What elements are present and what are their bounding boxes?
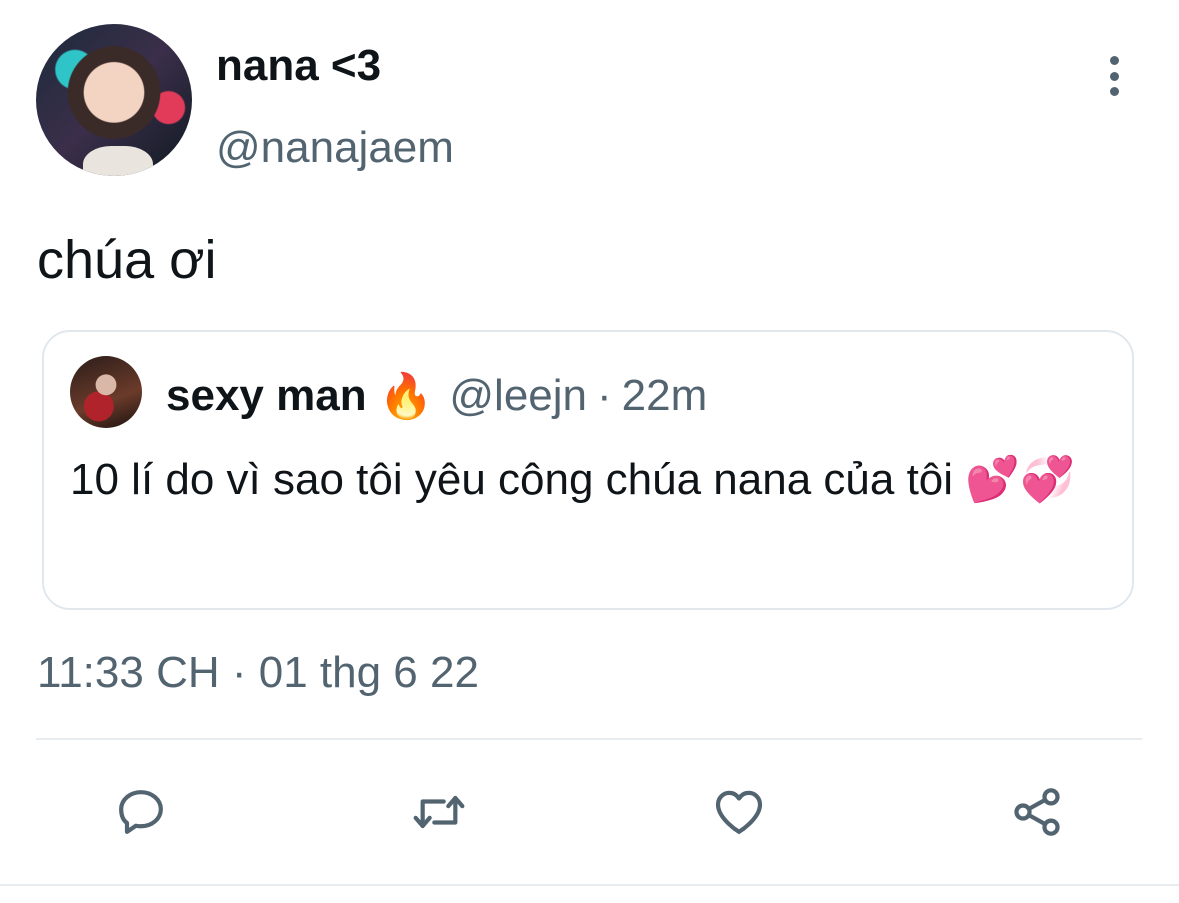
share-button[interactable] <box>1007 782 1067 842</box>
quoted-tweet-header: sexy man 🔥 @leejn · 22m <box>166 368 707 424</box>
fire-emoji: 🔥 <box>378 372 434 421</box>
heart-icon <box>715 790 763 834</box>
author-handle[interactable]: @nanajaem <box>216 122 454 174</box>
more-vertical-icon[interactable] <box>1102 56 1126 96</box>
reply-icon <box>119 790 163 834</box>
quoted-author-name: sexy man <box>166 371 367 420</box>
author-avatar[interactable] <box>36 24 192 176</box>
share-icon <box>1014 788 1060 836</box>
separator-dot: · <box>597 371 612 420</box>
quoted-tweet-text: 10 lí do vì sao tôi yêu công chúa nana c… <box>70 455 1075 504</box>
retweet-icon <box>413 795 465 829</box>
tweet-text: chúa ơi <box>37 230 217 290</box>
divider <box>36 738 1142 740</box>
quoted-author-handle: @leejn <box>449 371 588 420</box>
quoted-tweet-time: 22m <box>621 371 708 420</box>
author-name[interactable]: nana <3 <box>216 40 381 92</box>
reply-button[interactable] <box>111 782 171 842</box>
quoted-author-avatar <box>70 356 142 428</box>
tweet-timestamp[interactable]: 11:33 CH · 01 thg 6 22 <box>37 645 479 701</box>
bottom-divider <box>0 884 1179 886</box>
quoted-tweet[interactable]: sexy man 🔥 @leejn · 22m 10 lí do vì sao … <box>42 330 1134 610</box>
like-button[interactable] <box>709 782 769 842</box>
retweet-button[interactable] <box>409 782 469 842</box>
